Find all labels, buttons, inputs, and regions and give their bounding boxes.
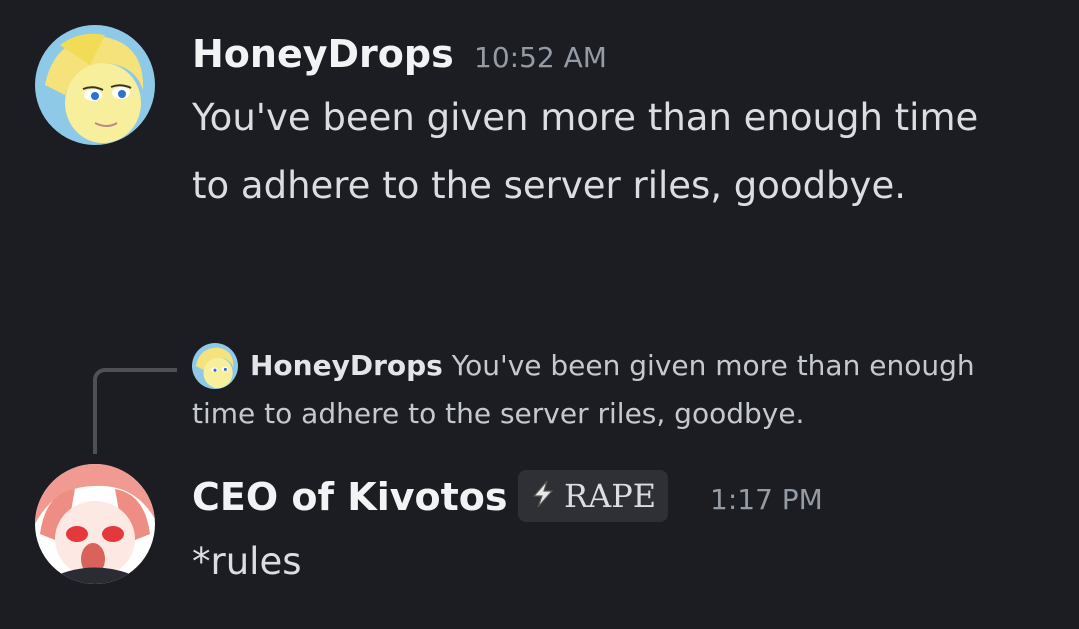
message-content: *rules bbox=[192, 540, 302, 583]
ceo-of-kivotos-avatar[interactable] bbox=[35, 464, 155, 584]
reply-author[interactable]: HoneyDrops bbox=[250, 349, 443, 382]
message-timestamp[interactable]: 10:52 AM bbox=[474, 44, 607, 72]
server-tag-badge[interactable]: RAPE bbox=[518, 470, 669, 522]
reply-connector-line bbox=[93, 368, 177, 454]
reply-preview[interactable]: HoneyDrops You've been given more than e… bbox=[192, 342, 1032, 438]
message-content: You've been given more than enough time … bbox=[192, 96, 979, 207]
honeydrops-avatar[interactable] bbox=[35, 25, 155, 145]
message-author[interactable]: HoneyDrops bbox=[192, 35, 454, 73]
lightning-bolt-icon bbox=[528, 479, 558, 513]
message-timestamp[interactable]: 1:17 PM bbox=[710, 486, 823, 514]
message-author[interactable]: CEO of Kivotos bbox=[192, 478, 508, 516]
server-tag-label: RAPE bbox=[564, 477, 657, 515]
